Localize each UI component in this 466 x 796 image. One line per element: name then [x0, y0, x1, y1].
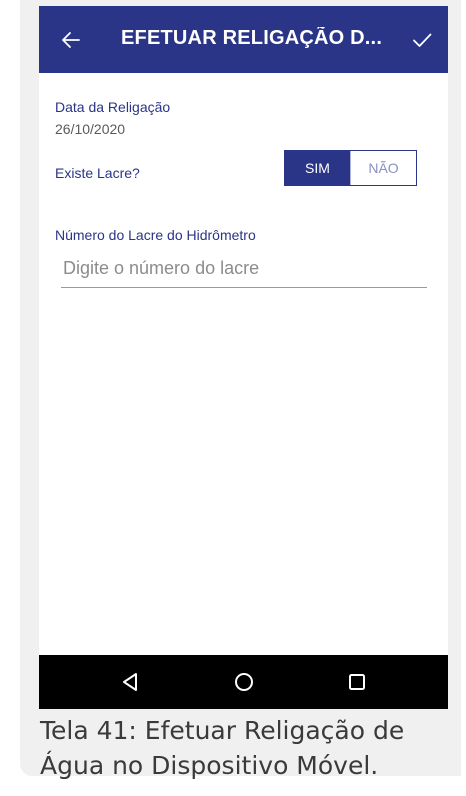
home-circle-icon[interactable] — [232, 670, 256, 694]
app-bar: EFETUAR RELIGAÇÃO D... — [39, 6, 448, 73]
phone-screen: EFETUAR RELIGAÇÃO D... Data da Religação… — [39, 6, 448, 709]
toggle-sim-button[interactable]: SIM — [285, 151, 350, 185]
page-title: EFETUAR RELIGAÇÃO D... — [121, 27, 383, 49]
lacre-number-input[interactable] — [61, 256, 427, 288]
date-value: 26/10/2020 — [55, 121, 126, 137]
arrow-left-icon[interactable] — [59, 28, 83, 52]
figure-caption: Tela 41: Efetuar Religação de Água no Di… — [40, 716, 405, 780]
lacre-question-label: Existe Lacre? — [55, 165, 140, 181]
toggle-nao-button[interactable]: NÃO — [350, 151, 416, 185]
back-triangle-icon[interactable] — [118, 670, 142, 694]
date-label: Data da Religação — [55, 99, 171, 115]
lacre-number-label: Número do Lacre do Hidrômetro — [55, 227, 256, 243]
recents-square-icon[interactable] — [345, 670, 369, 694]
lacre-toggle: SIM NÃO — [284, 150, 417, 186]
check-icon[interactable] — [410, 28, 434, 52]
system-nav-bar — [39, 655, 448, 709]
